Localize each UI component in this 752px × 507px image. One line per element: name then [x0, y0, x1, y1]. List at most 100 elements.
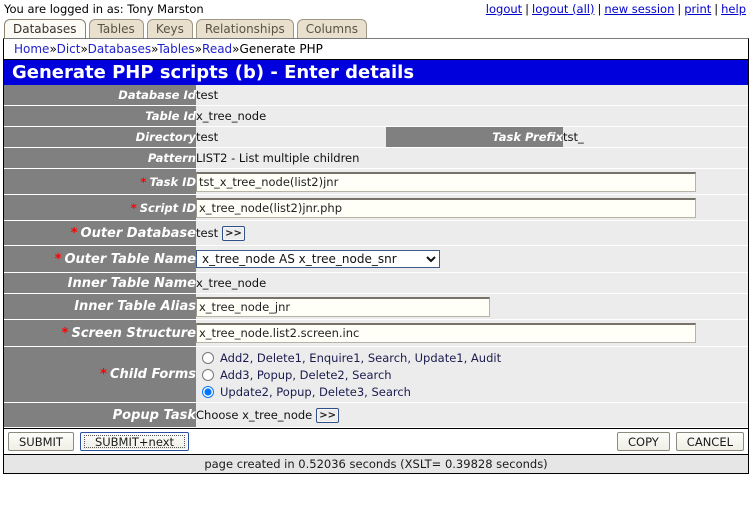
page-title: Generate PHP scripts (b) - Enter details	[4, 60, 748, 85]
form-row-task-id: *Task ID	[4, 169, 748, 195]
breadcrumb-chevron: »	[195, 42, 202, 56]
task-id-input[interactable]	[196, 172, 696, 192]
value-outer-table-name: x_tree_node AS x_tree_node_snr	[196, 246, 748, 273]
label-outer-table-name: *Outer Table Name	[4, 246, 196, 273]
outer-database-lookup-button[interactable]: >>	[222, 226, 245, 241]
label-outer-table-name-text: Outer Table Name	[65, 252, 197, 267]
outer-table-name-select[interactable]: x_tree_node AS x_tree_node_snr	[196, 250, 440, 268]
value-child-forms: Add2, Delete1, Enquire1, Search, Update1…	[196, 347, 748, 403]
tab-bar: Databases Tables Keys Relationships Colu…	[0, 17, 752, 38]
help-link[interactable]: help	[721, 2, 746, 16]
value-screen-structure	[196, 320, 748, 347]
label-popup-task: Popup Task	[4, 403, 196, 428]
tab-keys[interactable]: Keys	[147, 19, 193, 38]
form-row-outer-database: *Outer Database test >>	[4, 221, 748, 246]
form-row-table-id: Table Id x_tree_node	[4, 106, 748, 127]
logout-all-link[interactable]: logout (all)	[532, 2, 594, 16]
value-task-prefix: tst_	[563, 127, 748, 148]
label-child-forms-text: Child Forms	[110, 367, 196, 382]
top-bar: You are logged in as: Tony Marston logou…	[0, 0, 752, 17]
popup-task-lookup-button[interactable]: >>	[316, 408, 339, 423]
child-forms-radio-2[interactable]	[202, 369, 214, 381]
label-inner-table-alias: Inner Table Alias	[4, 294, 196, 320]
label-task-prefix: Task Prefix	[386, 127, 563, 148]
value-task-id	[196, 169, 748, 195]
value-outer-database: test >>	[196, 221, 748, 246]
submit-button[interactable]: SUBMIT	[8, 432, 74, 451]
value-popup-task: Choose x_tree_node >>	[196, 403, 748, 428]
print-link[interactable]: print	[684, 2, 711, 16]
new-session-link[interactable]: new session	[604, 2, 674, 16]
value-inner-table-name: x_tree_node	[196, 273, 748, 294]
script-id-input[interactable]	[196, 198, 696, 218]
breadcrumb: Home»Dict»Databases»Tables»Read»Generate…	[4, 39, 748, 60]
submit-next-button[interactable]: SUBMIT+next	[80, 432, 189, 451]
inner-table-alias-input[interactable]	[196, 297, 490, 317]
required-asterisk: *	[55, 252, 65, 267]
value-pattern: LIST2 - List multiple children	[196, 148, 748, 169]
breadcrumb-item-dict[interactable]: Dict	[57, 42, 81, 56]
form-row-inner-table-alias: Inner Table Alias	[4, 294, 748, 320]
login-status-text: You are logged in as: Tony Marston	[4, 2, 204, 16]
form-row-script-id: *Script ID	[4, 195, 748, 221]
child-forms-option-3-label: Update2, Popup, Delete3, Search	[220, 385, 411, 399]
form-row-database-id: Database Id test	[4, 85, 748, 106]
label-script-id-text: Script ID	[140, 201, 196, 215]
tab-relationships[interactable]: Relationships	[196, 19, 294, 38]
breadcrumb-item-read[interactable]: Read	[202, 42, 232, 56]
breadcrumb-item-databases[interactable]: Databases	[88, 42, 152, 56]
form-row-inner-table-name: Inner Table Name x_tree_node	[4, 273, 748, 294]
breadcrumb-chevron: »	[80, 42, 87, 56]
child-forms-option-3[interactable]: Update2, Popup, Delete3, Search	[202, 383, 748, 400]
label-database-id: Database Id	[4, 85, 196, 106]
screen-structure-input[interactable]	[196, 323, 696, 343]
breadcrumb-chevron: »	[232, 42, 239, 56]
label-task-id-text: Task ID	[149, 175, 196, 189]
child-forms-option-1[interactable]: Add2, Delete1, Enquire1, Search, Update1…	[202, 349, 748, 366]
details-form: Database Id test Table Id x_tree_node Di…	[4, 85, 748, 428]
tab-databases[interactable]: Databases	[4, 19, 86, 38]
page-footer-status: page created in 0.52036 seconds (XSLT= 0…	[4, 454, 748, 473]
required-asterisk: *	[71, 226, 81, 241]
value-inner-table-alias	[196, 294, 748, 320]
label-inner-table-name: Inner Table Name	[4, 273, 196, 294]
label-screen-structure-text: Screen Structure	[71, 326, 196, 341]
breadcrumb-chevron: »	[49, 42, 56, 56]
label-table-id: Table Id	[4, 106, 196, 127]
value-script-id	[196, 195, 748, 221]
required-asterisk: *	[100, 367, 110, 382]
link-separator: |	[674, 2, 684, 16]
breadcrumb-item-home[interactable]: Home	[14, 42, 49, 56]
label-child-forms: *Child Forms	[4, 347, 196, 403]
cancel-button[interactable]: CANCEL	[676, 432, 744, 451]
label-directory: Directory	[4, 127, 196, 148]
link-separator: |	[711, 2, 721, 16]
child-forms-option-2[interactable]: Add3, Popup, Delete2, Search	[202, 366, 748, 383]
link-separator: |	[594, 2, 604, 16]
child-forms-radio-1[interactable]	[202, 352, 214, 364]
main-frame: Home»Dict»Databases»Tables»Read»Generate…	[3, 38, 749, 474]
form-row-popup-task: Popup Task Choose x_tree_node >>	[4, 403, 748, 428]
tab-tables[interactable]: Tables	[89, 19, 144, 38]
outer-database-value-text: test	[196, 226, 218, 240]
form-row-screen-structure: *Screen Structure	[4, 320, 748, 347]
logout-link[interactable]: logout	[486, 2, 522, 16]
submit-next-label: SUBMIT+next	[95, 435, 174, 449]
label-task-id: *Task ID	[4, 169, 196, 195]
copy-button[interactable]: COPY	[617, 432, 670, 451]
breadcrumb-item-current: Generate PHP	[240, 42, 323, 56]
label-pattern: Pattern	[4, 148, 196, 169]
label-screen-structure: *Screen Structure	[4, 320, 196, 347]
popup-task-value-text: Choose x_tree_node	[196, 408, 312, 422]
link-separator: |	[522, 2, 532, 16]
form-row-outer-table-name: *Outer Table Name x_tree_node AS x_tree_…	[4, 246, 748, 273]
value-database-id: test	[196, 85, 748, 106]
child-forms-option-1-label: Add2, Delete1, Enquire1, Search, Update1…	[220, 351, 501, 365]
breadcrumb-item-tables[interactable]: Tables	[157, 42, 194, 56]
child-forms-radio-group: Add2, Delete1, Enquire1, Search, Update1…	[196, 347, 748, 402]
tab-columns[interactable]: Columns	[297, 19, 367, 38]
child-forms-radio-3[interactable]	[202, 386, 214, 398]
form-row-pattern: Pattern LIST2 - List multiple children	[4, 148, 748, 169]
action-button-bar: SUBMIT SUBMIT+next COPY CANCEL	[4, 428, 748, 454]
label-outer-database-text: Outer Database	[81, 226, 196, 241]
